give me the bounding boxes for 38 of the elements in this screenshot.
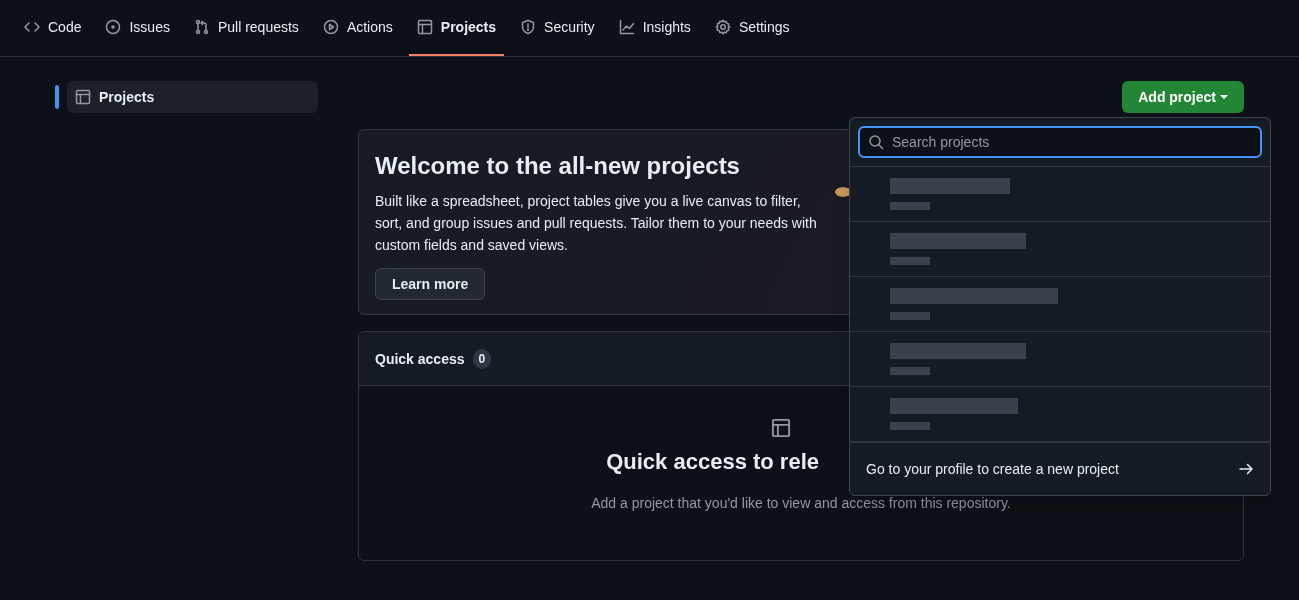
redacted-subtitle [890,257,930,265]
settings-icon [714,19,731,35]
pull-request-icon [193,19,210,35]
nav-tab[interactable]: Projects [408,13,505,41]
nav-tab[interactable]: Actions [314,13,401,41]
add-project-button[interactable]: Add project [1122,81,1244,113]
nav-tab[interactable]: Issues [97,13,178,41]
nav-tab[interactable]: Code [16,13,90,41]
empty-state-title: Quick access to rele [606,448,819,476]
sidebar-item[interactable]: Projects [67,81,318,113]
count-badge: 0 [472,348,492,369]
nav-tab[interactable]: Insights [610,13,699,41]
issue-icon [105,19,122,35]
graph-icon [618,19,635,35]
redacted-subtitle [890,422,930,430]
table-icon [416,19,433,35]
caret-icon [1220,93,1228,101]
nav-tab[interactable]: Security [512,13,603,41]
shield-icon [520,19,537,35]
nav-tab[interactable]: Settings [706,13,798,41]
empty-state-text: Add a project that you'd like to view and access from this repository. [591,494,1011,514]
nav-tab[interactable]: Pull requests [185,13,307,41]
welcome-text: Built like a spreadsheet, project tables give you a live canvas to filter, sort, and group issues and pull requests. Tailor them to your needs with custom fields and saved views. [375,192,818,255]
create-project-link[interactable]: Go to your profile to create a new project [850,442,1270,495]
redacted-subtitle [890,367,930,375]
arrow-right-icon [1238,461,1254,477]
search-icon [868,134,884,150]
search-field[interactable]: Search projects [858,126,1262,158]
table-icon [75,89,91,105]
welcome-title: Welcome to the all-new projects [375,151,741,181]
redacted-subtitle [890,312,930,320]
table-icon [771,418,791,438]
section-title: Quick access [375,349,465,369]
redacted-subtitle [890,202,930,210]
learn-more-button[interactable]: Learn more [375,268,486,300]
illustration-icon [835,186,851,198]
play-icon [322,19,339,35]
code-icon [24,19,40,35]
